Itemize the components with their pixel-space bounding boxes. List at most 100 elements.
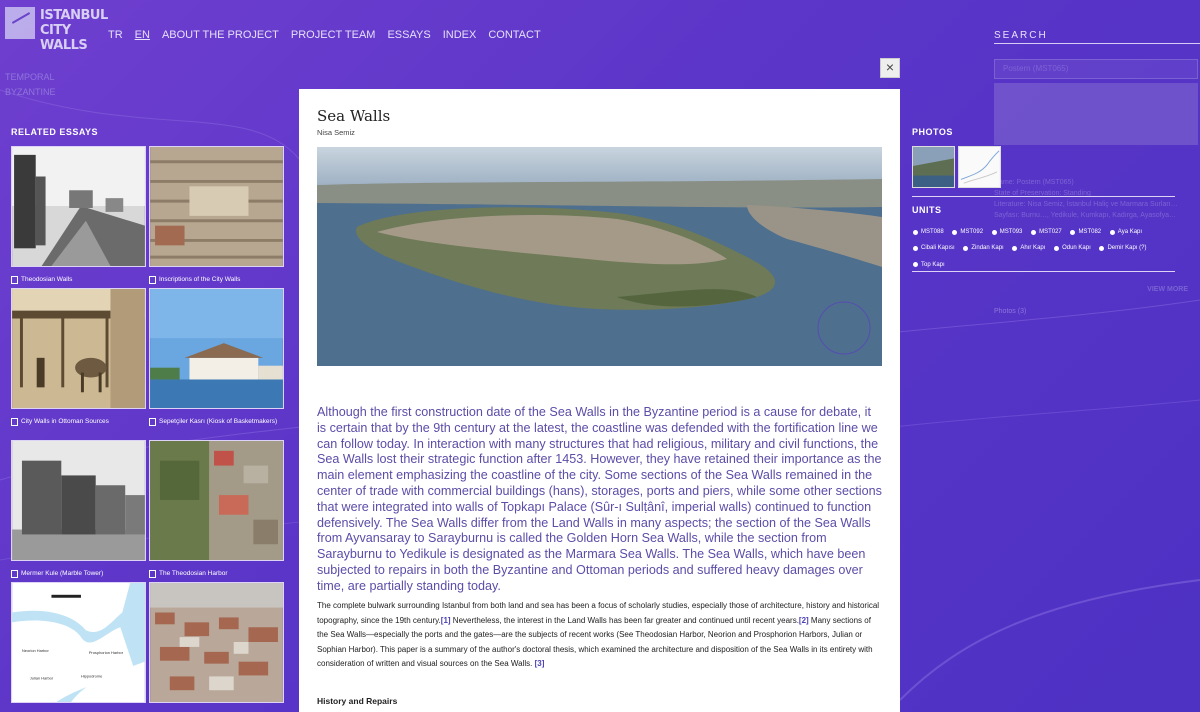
unit-dot-icon [1054,246,1060,251]
essay-thumbnail [11,146,146,267]
unit-item[interactable]: Aya Kapı [1109,225,1143,240]
background-filter-list: TEMPORAL BYZANTINE [5,70,56,100]
essay-caption: Theodosian Walls [11,275,146,284]
essay-thumbnail [149,582,284,703]
essay-hero-photo [317,147,882,366]
units-list: MST088 MST092 MST093 MST027 MST082 Aya K… [913,225,1183,274]
unit-label: Cibali Kapısı [921,245,955,252]
essay-thumbnail [149,440,284,561]
essay-caption: Sepetçiler Kasrı (Kiosk of Basketmakers) [149,417,284,426]
unit-label: Demir Kapı (?) [1107,245,1147,252]
nav-index[interactable]: INDEX [443,29,477,41]
unit-dot-icon [1099,246,1105,251]
photos-list [912,146,1001,188]
map-label: Julian Harbor [30,675,54,680]
unit-dot-icon [952,229,958,235]
essay-title: Mermer Kule (Marble Tower) [21,570,104,577]
main-nav: TR EN ABOUT THE PROJECT PROJECT TEAM ESS… [108,29,541,41]
right-column: PHOTOS UNITS MST088 MST092 MST093 MST027… [912,127,1197,268]
essay-caption: Mermer Kule (Marble Tower) [11,569,146,578]
view-more-link: VIEW MORE [1147,286,1188,293]
unit-item[interactable]: Top Kapı [913,258,945,273]
essay-caption: City Walls in Ottoman Sources [11,417,146,426]
unit-item[interactable]: Zindan Kapı [963,241,1004,256]
section-subheading: History and Repairs [317,696,398,706]
document-icon [11,276,18,284]
divider [912,196,1175,197]
logo-mark-icon [5,7,35,39]
unit-label: MST092 [960,229,984,235]
document-icon [11,570,18,578]
photos-title: PHOTOS [912,127,953,137]
background-info-line: State of Preservation: Standing [994,190,1091,197]
unit-item[interactable]: MST082 [1070,225,1101,240]
logo-line-1: ISTANBUL [40,8,108,23]
filter-temporal: TEMPORAL [5,72,55,82]
essay-thumbnail [11,288,146,409]
footnote-link[interactable]: [2] [799,616,809,625]
essay-card-sepetciler-kasri[interactable]: Sepetçiler Kasrı (Kiosk of Basketmakers) [149,288,284,426]
background-unit-info: Name: Postern (MST065) State of Preserva… [994,177,1198,221]
essay-card-inscriptions[interactable]: Inscriptions of the City Walls [149,146,284,284]
essay-title: Theodosian Walls [21,276,73,283]
site-logo[interactable]: ISTANBUL CITY WALLS [5,7,108,53]
background-info-line: Name: Postern (MST065) [994,179,1074,186]
essay-title: City Walls in Ottoman Sources [21,418,109,425]
unit-label: Top Kapı [921,261,945,268]
essay-title: The Theodosian Harbor [159,570,228,577]
essay-card-city-aerial[interactable] [149,582,284,712]
essay-thumbnail [11,440,146,561]
essay-title: Sepetçiler Kasrı (Kiosk of Basketmakers) [159,418,278,425]
search-label: SEARCH [994,30,1048,41]
essay-card-mermer-kule[interactable]: Mermer Kule (Marble Tower) [11,440,146,578]
close-button[interactable]: × [880,58,900,78]
essay-card-theodosian-harbor[interactable]: The Theodosian Harbor [149,440,284,578]
unit-item[interactable]: MST093 [991,225,1022,240]
unit-dot-icon [963,246,969,251]
essay-lead-paragraph: Although the first construction date of … [317,405,882,593]
nav-about-the-project[interactable]: ABOUT THE PROJECT [162,29,279,41]
unit-item[interactable]: MST027 [1031,225,1062,240]
units-title: UNITS [912,205,942,215]
essay-caption: The Theodosian Harbor [149,569,284,578]
footnote-link[interactable]: [1] [441,616,451,625]
nav-contact[interactable]: CONTACT [488,29,540,41]
nav-en[interactable]: EN [135,29,150,41]
unit-item[interactable]: Demir Kapı (?) [1099,241,1146,256]
nav-essays[interactable]: ESSAYS [387,29,430,41]
unit-dot-icon [991,229,997,235]
background-photos-label: Photos (3) [994,308,1027,315]
essay-title-heading: Sea Walls [317,107,391,125]
background-search-value: Postern (MST065) [994,59,1198,79]
unit-dot-icon [1012,246,1018,251]
search-input[interactable] [994,43,1200,44]
unit-item[interactable]: MST092 [952,225,983,240]
essay-card-theodosian-walls[interactable]: Theodosian Walls [11,146,146,284]
map-label: Prosphorion Harbor [89,650,124,655]
essay-caption: Inscriptions of the City Walls [149,275,284,284]
unit-item[interactable]: MST088 [913,225,944,240]
unit-dot-icon [1109,229,1115,235]
unit-dot-icon [913,246,918,251]
photo-thumbnail[interactable] [912,146,955,188]
divider [912,271,1175,272]
background-info-line: Literature: Nisa Semiz, İstanbul Haliç v… [994,201,1178,208]
map-label: Hippodrome [81,673,102,678]
footnote-link[interactable]: [3] [535,659,545,668]
essay-card-harbors-map[interactable]: Neorion Harbor Prosphorion Harbor Julian… [11,582,146,712]
essay-modal: Sea Walls Nisa Semiz Although the first … [299,89,900,712]
essay-card-ottoman-sources[interactable]: City Walls in Ottoman Sources [11,288,146,426]
unit-item[interactable]: Odun Kapı [1054,241,1091,256]
unit-dot-icon [1070,229,1076,235]
unit-label: Ahır Kapı [1020,245,1046,252]
nav-tr[interactable]: TR [108,29,123,41]
unit-item[interactable]: Cibali Kapısı [913,241,955,256]
body-text: Nevertheless, the interest in the Land W… [450,615,799,625]
logo-text: ISTANBUL CITY WALLS [40,8,108,53]
background-info-line: Sayfası: Burnu…, Yedikule, Kumkapı, Kadı… [994,212,1176,219]
essay-thumbnail-map: Neorion Harbor Prosphorion Harbor Julian… [11,582,146,703]
unit-label: Aya Kapı [1117,229,1143,235]
photo-thumbnail[interactable] [958,146,1001,188]
unit-item[interactable]: Ahır Kapı [1012,241,1045,256]
nav-project-team[interactable]: PROJECT TEAM [291,29,376,41]
